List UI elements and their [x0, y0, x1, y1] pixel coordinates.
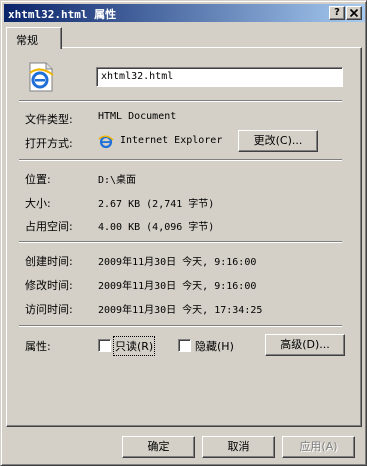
hidden-label[interactable]: 隐藏(H) — [195, 338, 234, 354]
cancel-button[interactable]: 取消 — [202, 436, 275, 458]
advanced-button[interactable]: 高级(D)... — [265, 334, 345, 356]
file-type-label: 文件类型: — [25, 113, 73, 126]
size-value: 2.67 KB (2,741 字节) — [98, 199, 215, 210]
accessed-label: 访问时间: — [25, 303, 73, 316]
location-label: 位置: — [25, 173, 51, 186]
readonly-checkbox[interactable] — [98, 339, 111, 352]
apply-button[interactable]: 应用(A) — [282, 436, 355, 458]
properties-dialog: xhtml32.html 属性 ? 常规 xhtml32.html 文件类型: … — [0, 0, 367, 466]
created-label: 创建时间: — [25, 255, 73, 268]
tab-general-label: 常规 — [16, 34, 38, 47]
accessed-value: 2009年11月30日 今天, 17:34:25 — [98, 305, 263, 316]
separator — [19, 325, 342, 327]
created-value: 2009年11月30日 今天, 9:16:00 — [98, 257, 257, 268]
file-name-field[interactable]: xhtml32.html — [96, 67, 343, 87]
opens-with-label: 打开方式: — [25, 137, 73, 150]
file-type-value: HTML Document — [98, 111, 177, 122]
hidden-checkbox[interactable] — [178, 339, 191, 352]
close-button[interactable] — [346, 6, 362, 20]
size-on-disk-value: 4.00 KB (4,096 字节) — [98, 222, 215, 233]
location-value: D:\桌面 — [98, 175, 137, 186]
readonly-label[interactable]: 只读(R) — [112, 336, 156, 356]
separator — [19, 159, 342, 161]
change-button[interactable]: 更改(C)... — [238, 130, 318, 152]
window-title: xhtml32.html 属性 — [8, 8, 117, 21]
ok-button[interactable]: 确定 — [122, 436, 195, 458]
title-bar[interactable]: xhtml32.html 属性 ? — [4, 4, 365, 22]
size-label: 大小: — [25, 197, 51, 210]
modified-label: 修改时间: — [25, 279, 73, 292]
ie-html-file-icon — [29, 62, 54, 92]
size-on-disk-label: 占用空间: — [25, 220, 73, 233]
close-icon — [349, 8, 359, 18]
attributes-label: 属性: — [25, 340, 51, 353]
ie-app-icon — [98, 135, 114, 149]
separator — [19, 241, 342, 243]
help-button[interactable]: ? — [329, 6, 345, 20]
tab-general[interactable]: 常规 — [6, 27, 62, 49]
separator — [19, 100, 342, 102]
opens-with-value: Internet Explorer — [120, 135, 223, 146]
general-tab-panel — [6, 47, 362, 427]
modified-value: 2009年11月30日 今天, 9:16:00 — [98, 281, 257, 292]
